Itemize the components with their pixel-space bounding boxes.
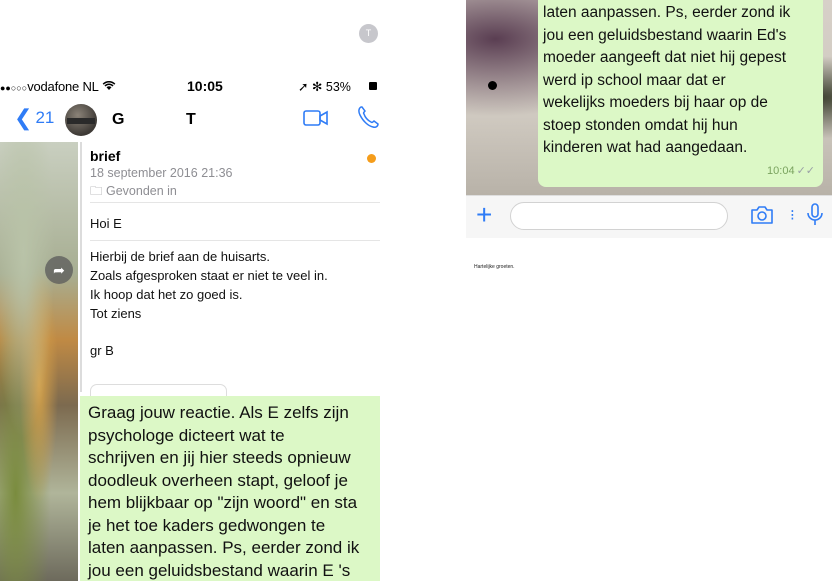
message-input-bar: + ⁝ bbox=[466, 195, 832, 238]
read-receipt-icon: ✓✓ bbox=[796, 164, 815, 177]
signal-strength-icon: ●●○○○ bbox=[0, 83, 28, 93]
message-line: werd ip school maar dat er bbox=[543, 71, 726, 89]
carrier-info: ●●○○○vodafone NL bbox=[0, 79, 116, 94]
message-line: doodleuk overheen stapt, geloof je bbox=[88, 470, 348, 490]
message-line: schrijven en jij hier steeds opnieuw bbox=[88, 448, 351, 467]
email-date: 18 september 2016 21:36 bbox=[90, 166, 233, 180]
email-body: Hoi E Hierbij de brief aan de huisarts. … bbox=[90, 214, 328, 360]
email-folder-label: Gevonden in bbox=[106, 184, 177, 198]
message-line: laten aanpassen. Ps, eerder zond ik bbox=[88, 538, 360, 557]
message-line: jou een geluidsbestand waarin E 's bbox=[88, 560, 351, 580]
unread-dot bbox=[367, 154, 376, 163]
chat-wallpaper bbox=[0, 142, 78, 581]
microphone-icon[interactable] bbox=[806, 202, 824, 233]
email-line: Tot ziens bbox=[90, 306, 142, 321]
email-line: Zoals afgesproken staat er niet te veel … bbox=[90, 268, 328, 283]
message-input[interactable] bbox=[510, 202, 728, 230]
message-line: hem blijkbaar op "zijn woord" en sta bbox=[88, 493, 358, 512]
folder-icon: 🗀 bbox=[90, 184, 103, 198]
email-line: Hierbij de brief aan de huisarts. bbox=[90, 249, 270, 264]
message-line: wekelijks moeders bij haar op de bbox=[543, 94, 768, 111]
email-preview[interactable]: brief 18 september 2016 21:36 🗀 Gevonden… bbox=[80, 142, 380, 392]
battery-icon bbox=[369, 82, 377, 90]
status-indicators: ➚ ✻ 53% bbox=[298, 80, 351, 94]
message-line: je het toe kaders gedwongen te bbox=[88, 515, 326, 535]
chat-area[interactable]: ➦ brief 18 september 2016 21:36 🗀 Gevond… bbox=[0, 142, 380, 581]
message-timestamp: 10:04 ✓✓ bbox=[767, 160, 815, 183]
phone-call-icon[interactable] bbox=[357, 105, 379, 134]
camera-icon[interactable] bbox=[750, 205, 774, 230]
footer-note: Hartelijke groeten. bbox=[474, 264, 515, 270]
carrier-name: vodafone NL bbox=[27, 79, 99, 94]
status-bar: ●●○○○vodafone NL 10:05 ➚ ✻ 53% bbox=[0, 74, 380, 96]
plus-icon[interactable]: + bbox=[476, 201, 492, 229]
video-call-icon[interactable] bbox=[303, 109, 329, 132]
contact-name-t[interactable]: T bbox=[186, 111, 196, 129]
forward-icon[interactable]: ➦ bbox=[45, 256, 73, 284]
chevron-left-icon: ❮ bbox=[14, 105, 33, 130]
contact-avatar[interactable] bbox=[65, 104, 97, 136]
message-line: Graag jouw reactie. Als E zelfs zijn bbox=[88, 403, 349, 422]
divider bbox=[90, 202, 380, 203]
bullet-dot bbox=[488, 81, 497, 90]
message-line: psychologe dicteert wat te bbox=[88, 425, 285, 445]
message-line: stoep stonden omdat hij hun bbox=[543, 116, 738, 134]
message-line: kinderen wat had aangedaan. bbox=[543, 139, 748, 156]
message-bubble-outgoing[interactable]: Graag jouw reactie. Als E zelfs zijn psy… bbox=[80, 396, 380, 581]
email-folder: 🗀 Gevonden in bbox=[90, 182, 177, 203]
email-line: Ik hoop dat het zo goed is. bbox=[90, 287, 243, 302]
back-button[interactable]: ❮ 21 bbox=[14, 105, 55, 130]
profile-avatar[interactable]: T bbox=[359, 24, 378, 43]
email-signature: gr B bbox=[90, 343, 114, 358]
email-greeting: Hoi E bbox=[90, 216, 122, 231]
separator: ⁝ bbox=[790, 207, 795, 224]
status-time: 10:05 bbox=[187, 78, 223, 94]
message-line: moeder aangeeft dat niet hij gepest bbox=[543, 49, 787, 66]
contact-name-g[interactable]: G bbox=[112, 111, 124, 129]
unread-count: 21 bbox=[35, 108, 55, 127]
message-line: jou een geluidsbestand waarin Ed's bbox=[543, 26, 787, 44]
wifi-icon bbox=[102, 79, 116, 94]
message-bubble-outgoing[interactable]: laten aanpassen. Ps, eerder zond ik jou … bbox=[538, 0, 823, 187]
chat-continuation: laten aanpassen. Ps, eerder zond ik jou … bbox=[466, 0, 832, 238]
message-time: 10:04 bbox=[767, 164, 795, 177]
chat-header: ❮ 21 G T bbox=[0, 96, 380, 141]
message-line: laten aanpassen. Ps, eerder zond ik bbox=[543, 4, 791, 21]
divider bbox=[90, 240, 380, 241]
email-subject: brief bbox=[90, 148, 121, 164]
